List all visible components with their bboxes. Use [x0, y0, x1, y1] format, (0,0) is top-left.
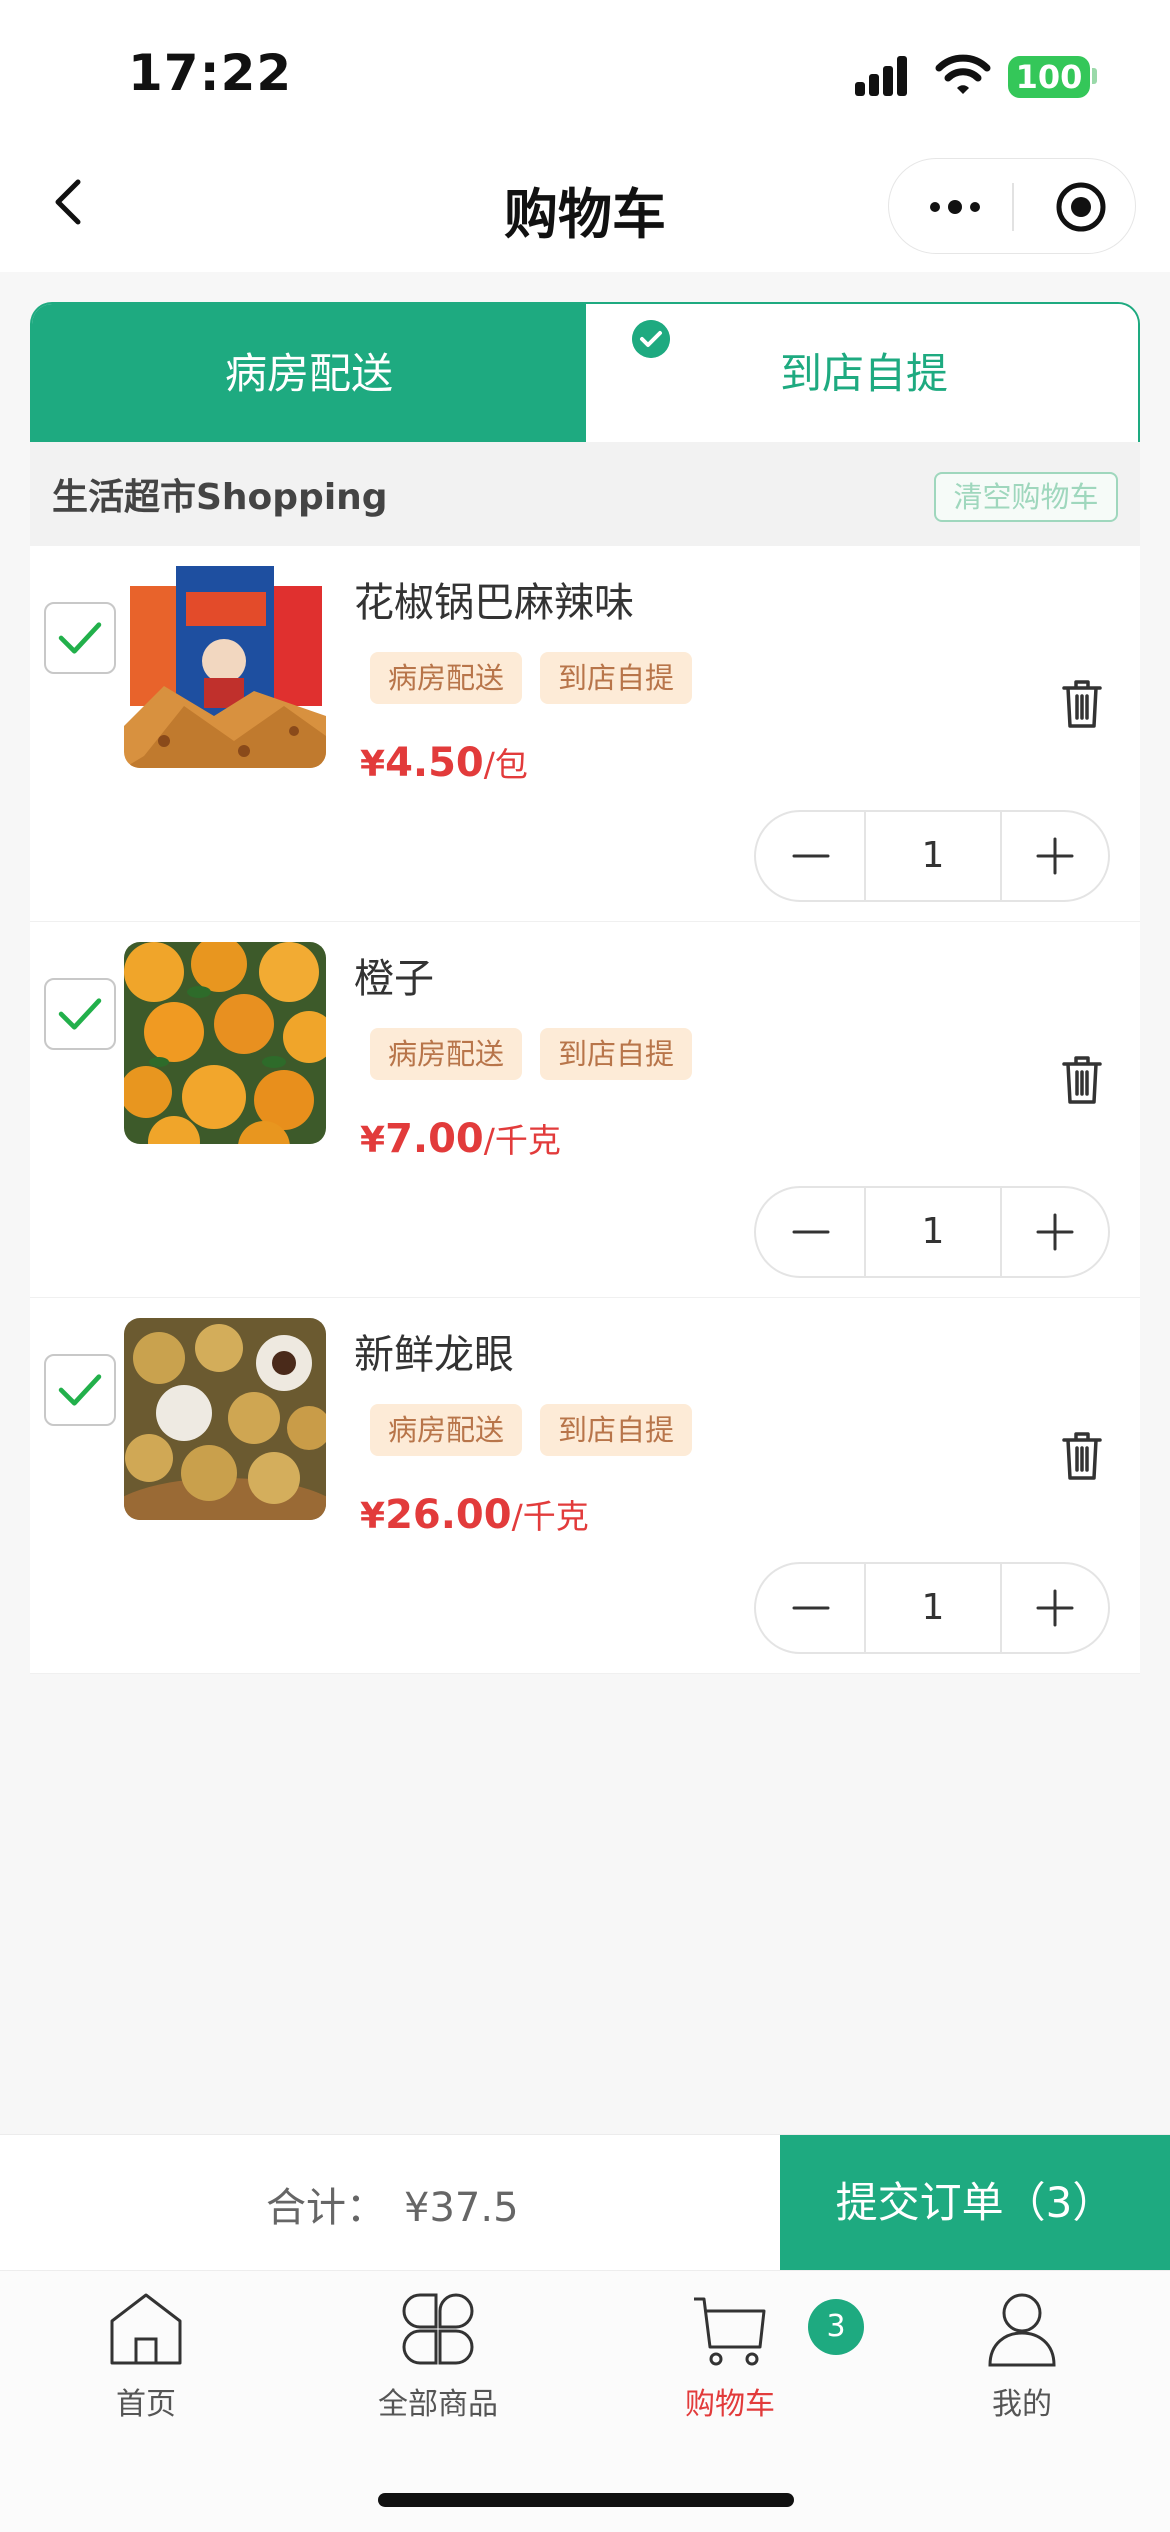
product-image[interactable] — [124, 566, 326, 768]
total-value: ¥37.5 — [404, 2185, 519, 2231]
cart-item-list: 花椒锅巴麻辣味 病房配送 到店自提 ¥4.50/包 1 橙子 病房配送 到店自提… — [30, 546, 1140, 1674]
shop-name: 生活超市Shopping — [52, 477, 388, 518]
product-name: 橙子 — [354, 956, 434, 1002]
tab-store-pickup-label: 到店自提 — [779, 349, 948, 398]
price-unit: /千克 — [483, 1121, 561, 1160]
checkout-bar: 合计： ¥37.5 提交订单（3） — [0, 2134, 1170, 2271]
cart-item: 新鲜龙眼 病房配送 到店自提 ¥26.00/千克 1 — [30, 1298, 1140, 1674]
mini-program-capsule — [888, 158, 1136, 254]
trash-icon[interactable] — [1060, 678, 1104, 730]
more-icon[interactable] — [925, 183, 985, 231]
tab-cart-label: 购物车 — [685, 2387, 775, 2422]
quantity-stepper: 1 — [754, 1562, 1110, 1654]
item-checkbox[interactable] — [44, 602, 116, 674]
cart-badge: 3 — [808, 2299, 864, 2355]
tab-ward-delivery[interactable]: 病房配送 — [32, 304, 586, 442]
tag-store-pickup: 到店自提 — [540, 1404, 693, 1456]
price-symbol: ¥ — [360, 744, 386, 785]
tag-store-pickup: 到店自提 — [540, 1028, 693, 1080]
tab-all-products[interactable]: 全部商品 — [328, 2291, 548, 2451]
tab-me-label: 我的 — [992, 2387, 1052, 2422]
plus-icon[interactable] — [1002, 1564, 1108, 1652]
battery-tip — [1092, 68, 1097, 84]
grid-icon — [402, 2293, 474, 2365]
product-image[interactable] — [124, 942, 326, 1144]
product-name: 花椒锅巴麻辣味 — [354, 580, 634, 626]
nav-bar: 购物车 — [0, 150, 1170, 272]
shop-header: 生活超市Shopping 清空购物车 — [30, 442, 1140, 546]
item-checkbox[interactable] — [44, 978, 116, 1050]
home-icon — [110, 2293, 182, 2365]
tag-ward-delivery: 病房配送 — [370, 652, 523, 704]
cart-item: 橙子 病房配送 到店自提 ¥7.00/千克 1 — [30, 922, 1140, 1298]
delivery-tabs: 病房配送 到店自提 — [30, 302, 1140, 442]
price-value: 26.00 — [385, 1492, 512, 1538]
tab-me[interactable]: 我的 — [912, 2291, 1132, 2451]
product-price: ¥4.50/包 — [360, 738, 528, 786]
minus-icon[interactable] — [756, 1564, 864, 1652]
quantity-stepper: 1 — [754, 810, 1110, 902]
minus-icon[interactable] — [756, 812, 864, 900]
price-symbol: ¥ — [360, 1496, 386, 1537]
tab-bar: 首页 全部商品 购物车 3 我的 — [0, 2270, 1170, 2532]
trash-icon[interactable] — [1060, 1054, 1104, 1106]
quantity-value[interactable]: 1 — [864, 1564, 1002, 1652]
clear-cart-button[interactable]: 清空购物车 — [934, 472, 1118, 522]
price-value: 7.00 — [385, 1116, 484, 1162]
tab-home[interactable]: 首页 — [36, 2291, 256, 2451]
product-image[interactable] — [124, 1318, 326, 1520]
price-unit: /包 — [483, 745, 528, 784]
plus-icon[interactable] — [1002, 812, 1108, 900]
tag-store-pickup: 到店自提 — [540, 652, 693, 704]
tab-store-pickup[interactable]: 到店自提 — [586, 304, 1138, 442]
status-bar: 17:22 100 — [0, 0, 1170, 150]
quantity-value[interactable]: 1 — [864, 812, 1002, 900]
trash-icon[interactable] — [1060, 1430, 1104, 1482]
tab-home-label: 首页 — [116, 2387, 176, 2422]
tab-all-products-label: 全部商品 — [378, 2387, 498, 2422]
tag-ward-delivery: 病房配送 — [370, 1028, 523, 1080]
cart-icon — [694, 2297, 766, 2366]
product-name: 新鲜龙眼 — [354, 1332, 514, 1378]
product-price: ¥7.00/千克 — [360, 1114, 561, 1162]
minus-icon[interactable] — [756, 1188, 864, 1276]
capsule-divider — [1012, 183, 1014, 231]
price-symbol: ¥ — [360, 1120, 386, 1161]
quantity-stepper: 1 — [754, 1186, 1110, 1278]
user-icon — [988, 2293, 1056, 2367]
check-circle-icon — [632, 320, 670, 358]
order-total: 合计： ¥37.5 — [266, 2175, 519, 2233]
price-value: 4.50 — [385, 740, 484, 786]
quantity-value[interactable]: 1 — [864, 1188, 1002, 1276]
plus-icon[interactable] — [1002, 1188, 1108, 1276]
home-indicator — [378, 2493, 794, 2507]
product-price: ¥26.00/千克 — [360, 1490, 589, 1538]
cart-item: 花椒锅巴麻辣味 病房配送 到店自提 ¥4.50/包 1 — [30, 546, 1140, 922]
battery-icon: 100 — [1008, 56, 1090, 98]
total-label: 合计： — [266, 2185, 386, 2231]
item-checkbox[interactable] — [44, 1354, 116, 1426]
tab-cart[interactable]: 购物车 — [620, 2291, 840, 2451]
status-time: 17:22 — [128, 44, 293, 102]
wifi-icon — [935, 54, 991, 94]
price-unit: /千克 — [511, 1497, 589, 1536]
signal-icon — [855, 56, 915, 96]
submit-order-button[interactable]: 提交订单（3） — [780, 2135, 1170, 2271]
tag-ward-delivery: 病房配送 — [370, 1404, 523, 1456]
close-target-icon[interactable] — [1055, 181, 1107, 233]
